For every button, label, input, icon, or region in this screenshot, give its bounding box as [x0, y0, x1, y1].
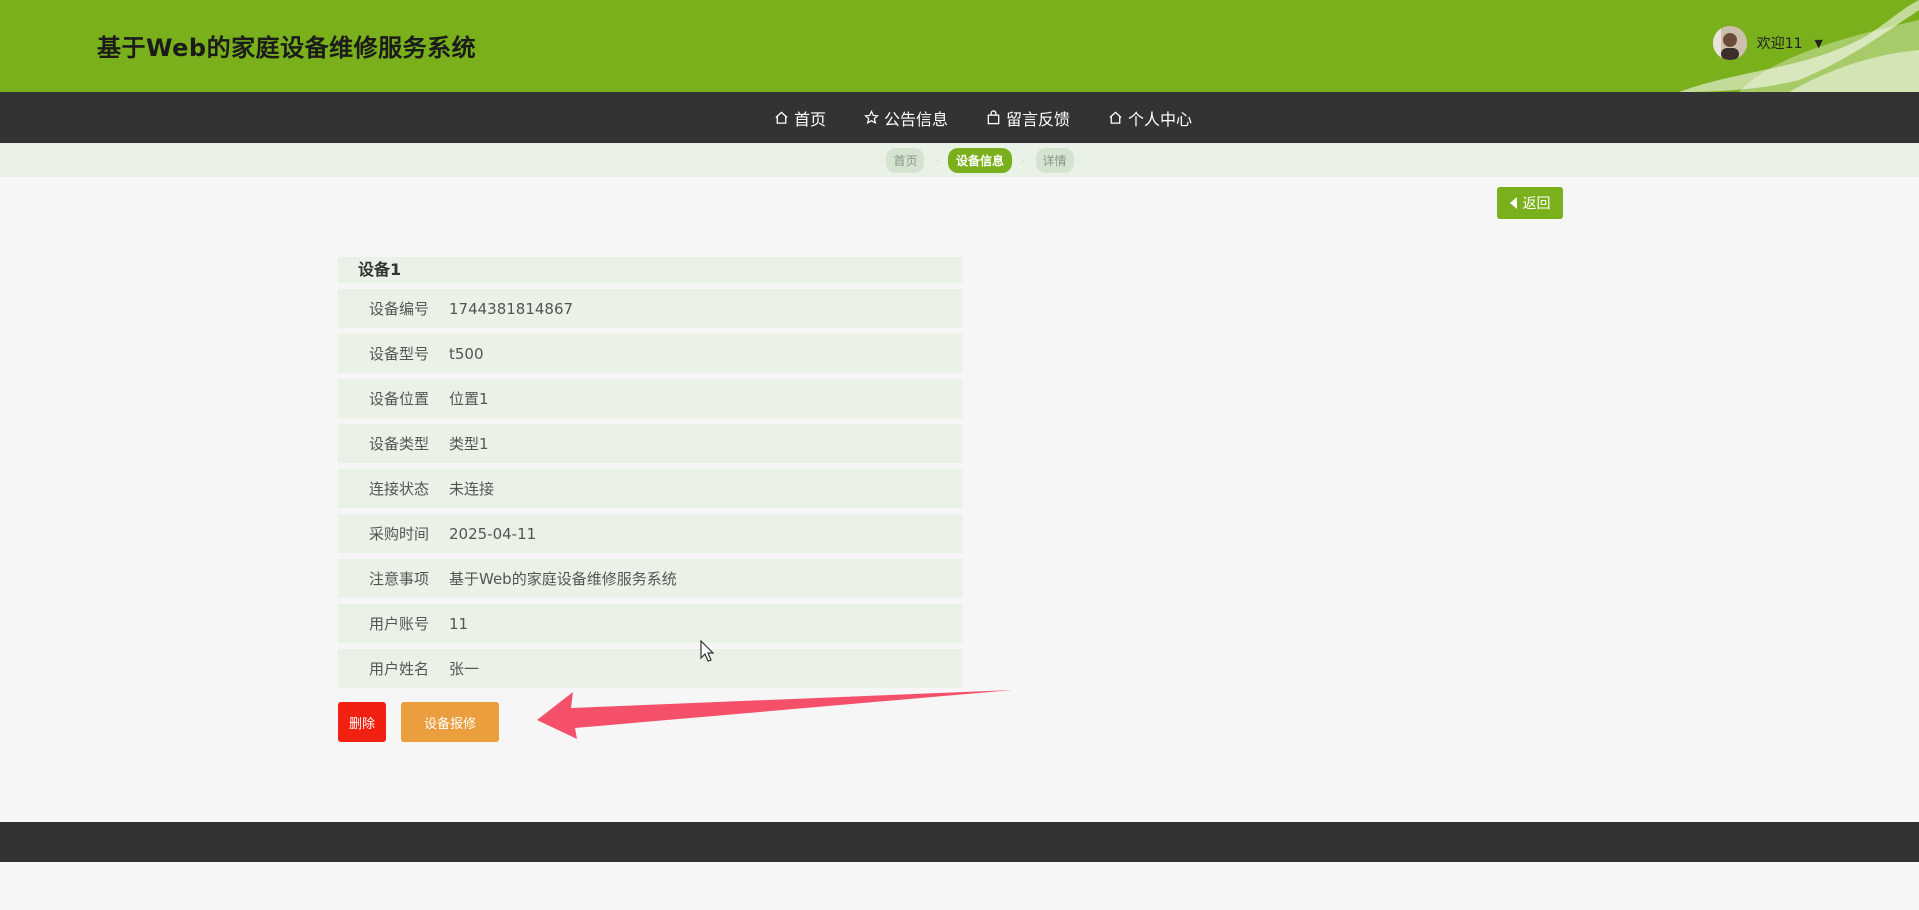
delete-button[interactable]: 删除: [338, 702, 386, 742]
detail-value: 位置1: [449, 390, 489, 408]
detail-value: 张一: [449, 660, 480, 678]
user-greeting[interactable]: 欢迎11: [1757, 33, 1803, 53]
breadcrumb-item-detail: 详情: [1035, 147, 1074, 173]
detail-label: 设备位置: [368, 390, 429, 408]
detail-value: 2025-04-11: [449, 524, 537, 543]
detail-actions: 删除 设备报修: [338, 702, 499, 742]
detail-value: t500: [449, 344, 484, 363]
detail-label: 用户姓名: [368, 660, 429, 678]
detail-value: 11: [449, 614, 469, 633]
detail-label: 设备编号: [368, 300, 429, 318]
nav-item-label: 个人中心: [1128, 109, 1193, 129]
breadcrumb-separator: ·: [1022, 153, 1026, 167]
detail-label: 采购时间: [368, 525, 429, 543]
breadcrumb-item-device-info[interactable]: 设备信息: [947, 147, 1012, 173]
breadcrumb-separator: ·: [934, 153, 938, 167]
detail-row: 注意事项 基于Web的家庭设备维修服务系统: [338, 559, 963, 598]
nav-item-label: 公告信息: [883, 109, 948, 129]
detail-label: 用户账号: [368, 615, 429, 633]
detail-row: 连接状态 未连接: [338, 469, 963, 508]
home-icon: [1109, 111, 1122, 124]
detail-label: 设备型号: [368, 345, 429, 363]
device-title: 设备1: [338, 257, 963, 283]
user-avatar[interactable]: [1712, 26, 1747, 60]
back-button-label: 返回: [1522, 196, 1551, 212]
detail-row: 采购时间 2025-04-11: [338, 514, 963, 553]
nav-item-label: 首页: [793, 109, 826, 129]
nav-item-announcements[interactable]: 公告信息: [863, 106, 948, 130]
site-footer: [0, 822, 1919, 862]
detail-row: 设备位置 位置1: [338, 379, 963, 418]
repair-request-button[interactable]: 设备报修: [401, 702, 499, 742]
nav-item-feedback[interactable]: 留言反馈: [986, 106, 1070, 130]
nav-item-home[interactable]: 首页: [774, 106, 826, 130]
detail-value: 1744381814867: [449, 299, 574, 318]
device-detail: 设备1 设备编号 1744381814867 设备型号 t500 设备位置 位置…: [338, 257, 963, 688]
detail-label: 连接状态: [368, 480, 429, 498]
detail-label: 设备类型: [368, 435, 429, 453]
site-header: 基于Web的家庭设备维修服务系统 欢迎11 ▼: [0, 0, 1919, 92]
breadcrumb-bar: 首页 · 设备信息 · 详情: [0, 143, 1919, 177]
nav-item-label: 留言反馈: [1006, 109, 1071, 129]
main-nav: 首页 公告信息 留言反馈 个人中心: [0, 92, 1919, 143]
breadcrumb-item-home[interactable]: 首页: [886, 147, 925, 173]
caret-left-icon: [1509, 197, 1517, 209]
mouse-cursor-icon: [700, 640, 715, 662]
annotation-arrow-icon: [537, 690, 1013, 739]
detail-row: 用户姓名 张一: [338, 649, 963, 688]
detail-value: 类型1: [449, 435, 489, 453]
breadcrumb: 首页 · 设备信息 · 详情: [886, 147, 1074, 173]
caret-down-icon[interactable]: ▼: [1815, 37, 1823, 50]
back-button[interactable]: 返回: [1497, 187, 1563, 219]
site-title: 基于Web的家庭设备维修服务系统: [97, 34, 477, 62]
user-menu[interactable]: 欢迎11 ▼: [1712, 26, 1823, 60]
detail-row: 用户账号 11: [338, 604, 963, 643]
detail-row: 设备类型 类型1: [338, 424, 963, 463]
nav-item-profile[interactable]: 个人中心: [1108, 106, 1192, 130]
detail-row: 设备编号 1744381814867: [338, 289, 963, 328]
bag-icon: [987, 110, 1000, 125]
detail-value: 基于Web的家庭设备维修服务系统: [449, 570, 677, 588]
star-icon: [863, 110, 879, 125]
detail-label: 注意事项: [368, 570, 429, 588]
detail-row: 设备型号 t500: [338, 334, 963, 373]
detail-value: 未连接: [449, 480, 495, 498]
home-icon: [775, 111, 788, 124]
